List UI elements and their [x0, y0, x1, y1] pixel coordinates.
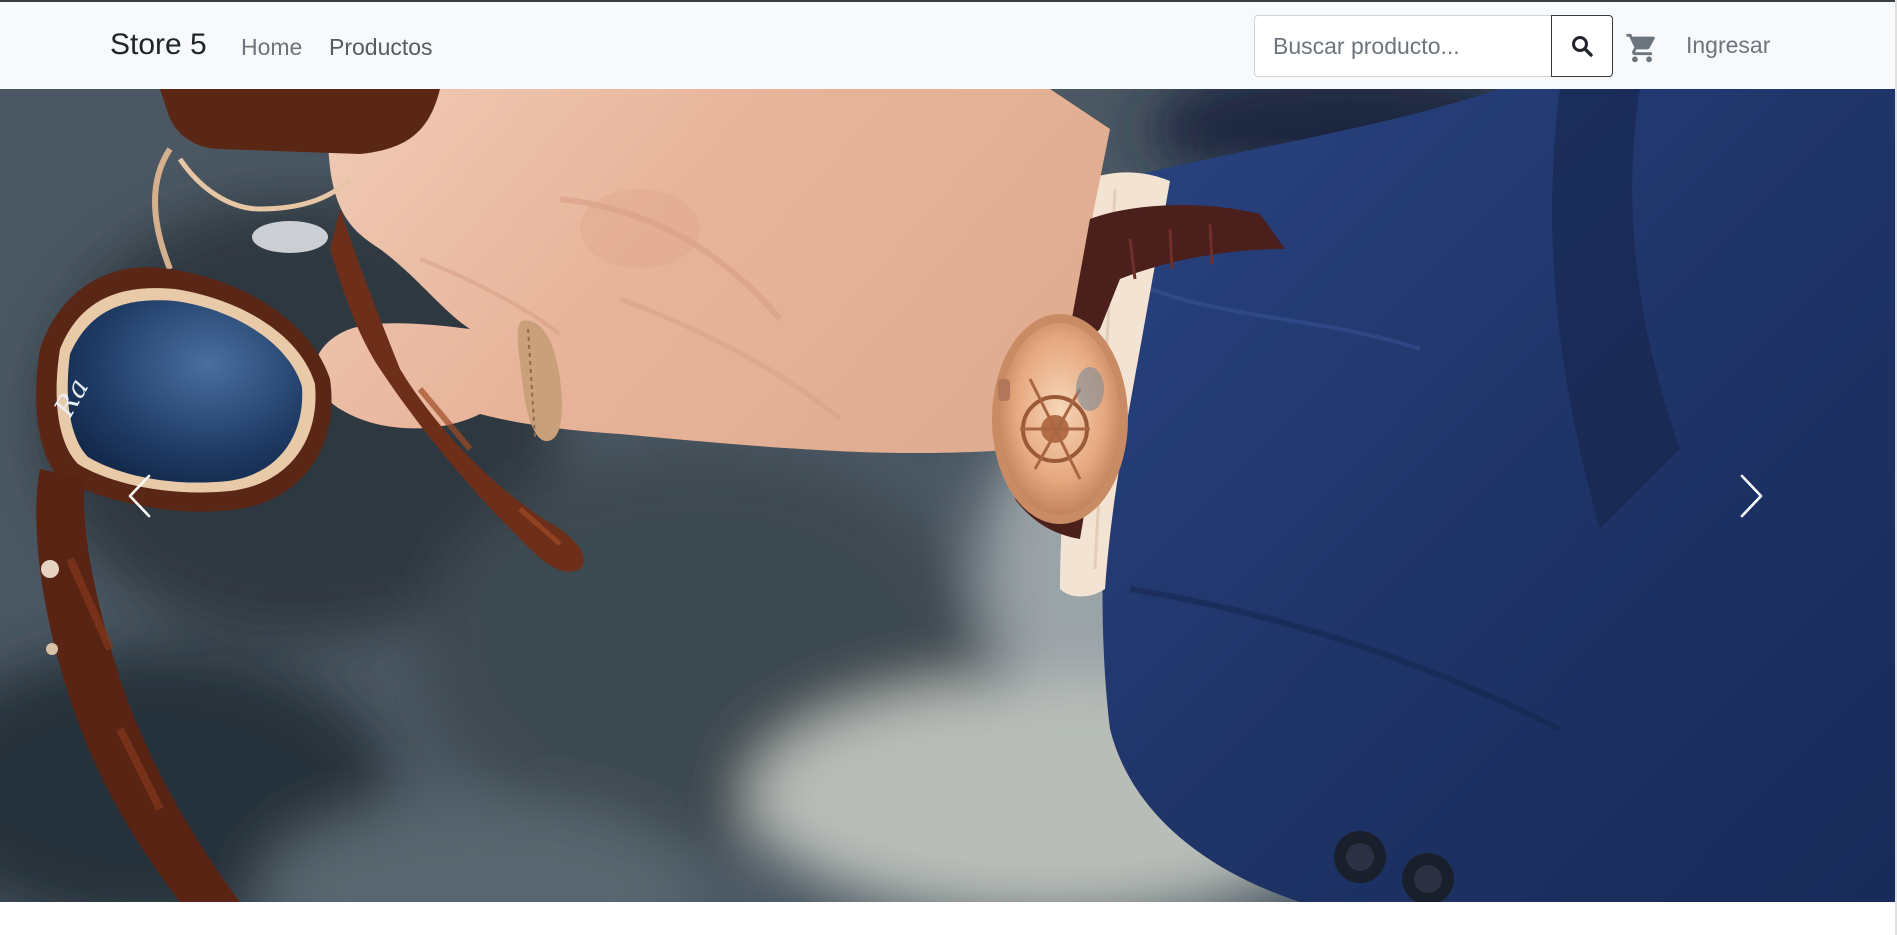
carousel-prev-button[interactable] [65, 89, 215, 902]
nav-link-home[interactable]: Home [241, 34, 302, 61]
search-icon [1570, 34, 1594, 58]
cart-icon [1625, 31, 1659, 65]
slide-image: Ra [0, 89, 1897, 902]
brand-logo[interactable]: Store 5 [110, 28, 207, 62]
cart-button[interactable] [1624, 30, 1660, 66]
search-button[interactable] [1551, 15, 1613, 77]
carousel-next-button[interactable] [1676, 89, 1826, 902]
login-link[interactable]: Ingresar [1686, 32, 1770, 59]
nav-link-productos[interactable]: Productos [329, 34, 433, 61]
search-input[interactable] [1254, 15, 1553, 77]
chevron-right-icon [1736, 473, 1766, 519]
navbar: Store 5 Home Productos Ingresar [0, 2, 1897, 89]
hero-carousel: Ra [0, 89, 1897, 902]
chevron-left-icon [125, 473, 155, 519]
